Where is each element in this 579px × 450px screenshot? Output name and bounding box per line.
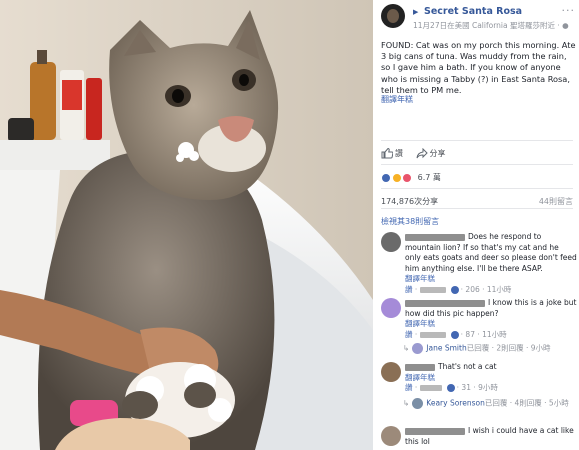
post-side-panel: ▶ Secret Santa Rosa 11月27日在美國 California… [373,0,579,450]
share-count[interactable]: 174,876次分享 [381,196,438,207]
more-options-icon[interactable]: ··· [562,4,576,17]
haha-reaction-icon [391,172,402,183]
commenter-avatar[interactable] [381,362,401,382]
divider [381,188,573,189]
comment-meta: 讚 · · 87 · 11小時 [405,329,507,339]
see-translation-link[interactable]: 翻譯年糕 [381,94,413,105]
like-reaction-icon [381,172,391,183]
comment: That's not a cat 翻譯年糕 讚 · · 31 · 9小時 [381,362,577,398]
comment-translation-link[interactable]: 翻譯年糕 [405,319,435,328]
commenter-avatar[interactable] [381,426,401,446]
comment-meta: 讚 · · 31 · 9小時 [405,383,498,392]
comment-body: Does he respond to mountain lion? If so … [405,232,577,295]
reply-summary[interactable]: ↳ Jane Smith已回覆 · 2則回覆 · 9小時 [403,343,573,354]
comment-body: I wish i could have a cat like this lol [405,426,577,447]
reply-label-redacted[interactable] [419,331,446,338]
divider [381,140,573,141]
comment-like-button[interactable]: 讚 [405,330,413,339]
reply-arrow-icon: ↳ [403,343,410,353]
commenter-avatar[interactable] [381,232,401,252]
thumbs-up-icon[interactable] [381,147,394,159]
share-icon[interactable] [416,147,428,159]
comment-body: I know this is a joke but how did this p… [405,298,577,340]
reply-label-redacted[interactable] [419,286,446,293]
mountain-lion-photo [0,0,373,450]
post-timestamp[interactable]: 11月27日在美國 California 聖塔羅莎附近 · ● [413,20,569,31]
post-header: ▶ Secret Santa Rosa 11月27日在美國 California… [381,4,575,32]
like-button[interactable]: 讚 [395,148,403,159]
comment: Does he respond to mountain lion? If so … [381,232,577,296]
post-photo[interactable] [0,0,373,450]
comment-like-button[interactable]: 讚 [405,383,413,392]
replier-avatar [412,343,424,354]
commenter-name-redacted[interactable] [405,427,465,435]
comment-like-button[interactable]: 讚 [405,285,413,294]
mini-like-icon [450,330,459,339]
reply-summary[interactable]: ↳ Keary Sorenson已回覆 · 4則回覆 · 5小時 [403,398,573,409]
play-triangle-icon: ▶ [413,8,419,16]
view-previous-comments-link[interactable]: 檢視其38則留言 [381,216,439,227]
commenter-name-redacted[interactable] [405,363,435,371]
comment-meta: 讚 · · 206 · 11小時 [405,284,512,294]
replier-name[interactable]: Jane Smith [426,344,466,353]
comment-count[interactable]: 44則留言 [539,196,573,207]
love-reaction-icon [402,172,413,183]
divider [381,164,573,165]
comment-translation-link[interactable]: 翻譯年糕 [405,274,435,283]
commenter-avatar[interactable] [381,298,401,318]
mini-like-icon [446,384,455,392]
comment: I wish i could have a cat like this lol [381,426,577,450]
comment-text: That's not a cat [438,362,497,371]
replier-name[interactable]: Keary Sorenson [426,399,485,408]
post-text: FOUND: Cat was on my porch this morning.… [381,40,576,95]
replier-avatar [412,398,424,409]
commenter-name-redacted[interactable] [405,299,485,307]
reply-label-redacted[interactable] [419,385,442,391]
mini-like-icon [450,285,459,294]
post-actions: 讚 分享 [381,147,446,159]
page-avatar[interactable] [381,4,405,28]
share-button[interactable]: 分享 [430,148,446,159]
page-name-link[interactable]: Secret Santa Rosa [424,6,522,17]
divider [381,208,573,209]
globe-icon: ● [562,21,569,30]
comment-body: That's not a cat 翻譯年糕 讚 · · 31 · 9小時 [405,362,577,394]
comment: I know this is a joke but how did this p… [381,298,577,340]
reaction-count: 6.7 萬 [417,173,441,182]
reply-arrow-icon: ↳ [403,398,410,408]
reactions-summary[interactable]: 6.7 萬 [381,172,441,184]
comment-translation-link[interactable]: 翻譯年糕 [405,373,435,382]
commenter-name-redacted[interactable] [405,233,465,241]
